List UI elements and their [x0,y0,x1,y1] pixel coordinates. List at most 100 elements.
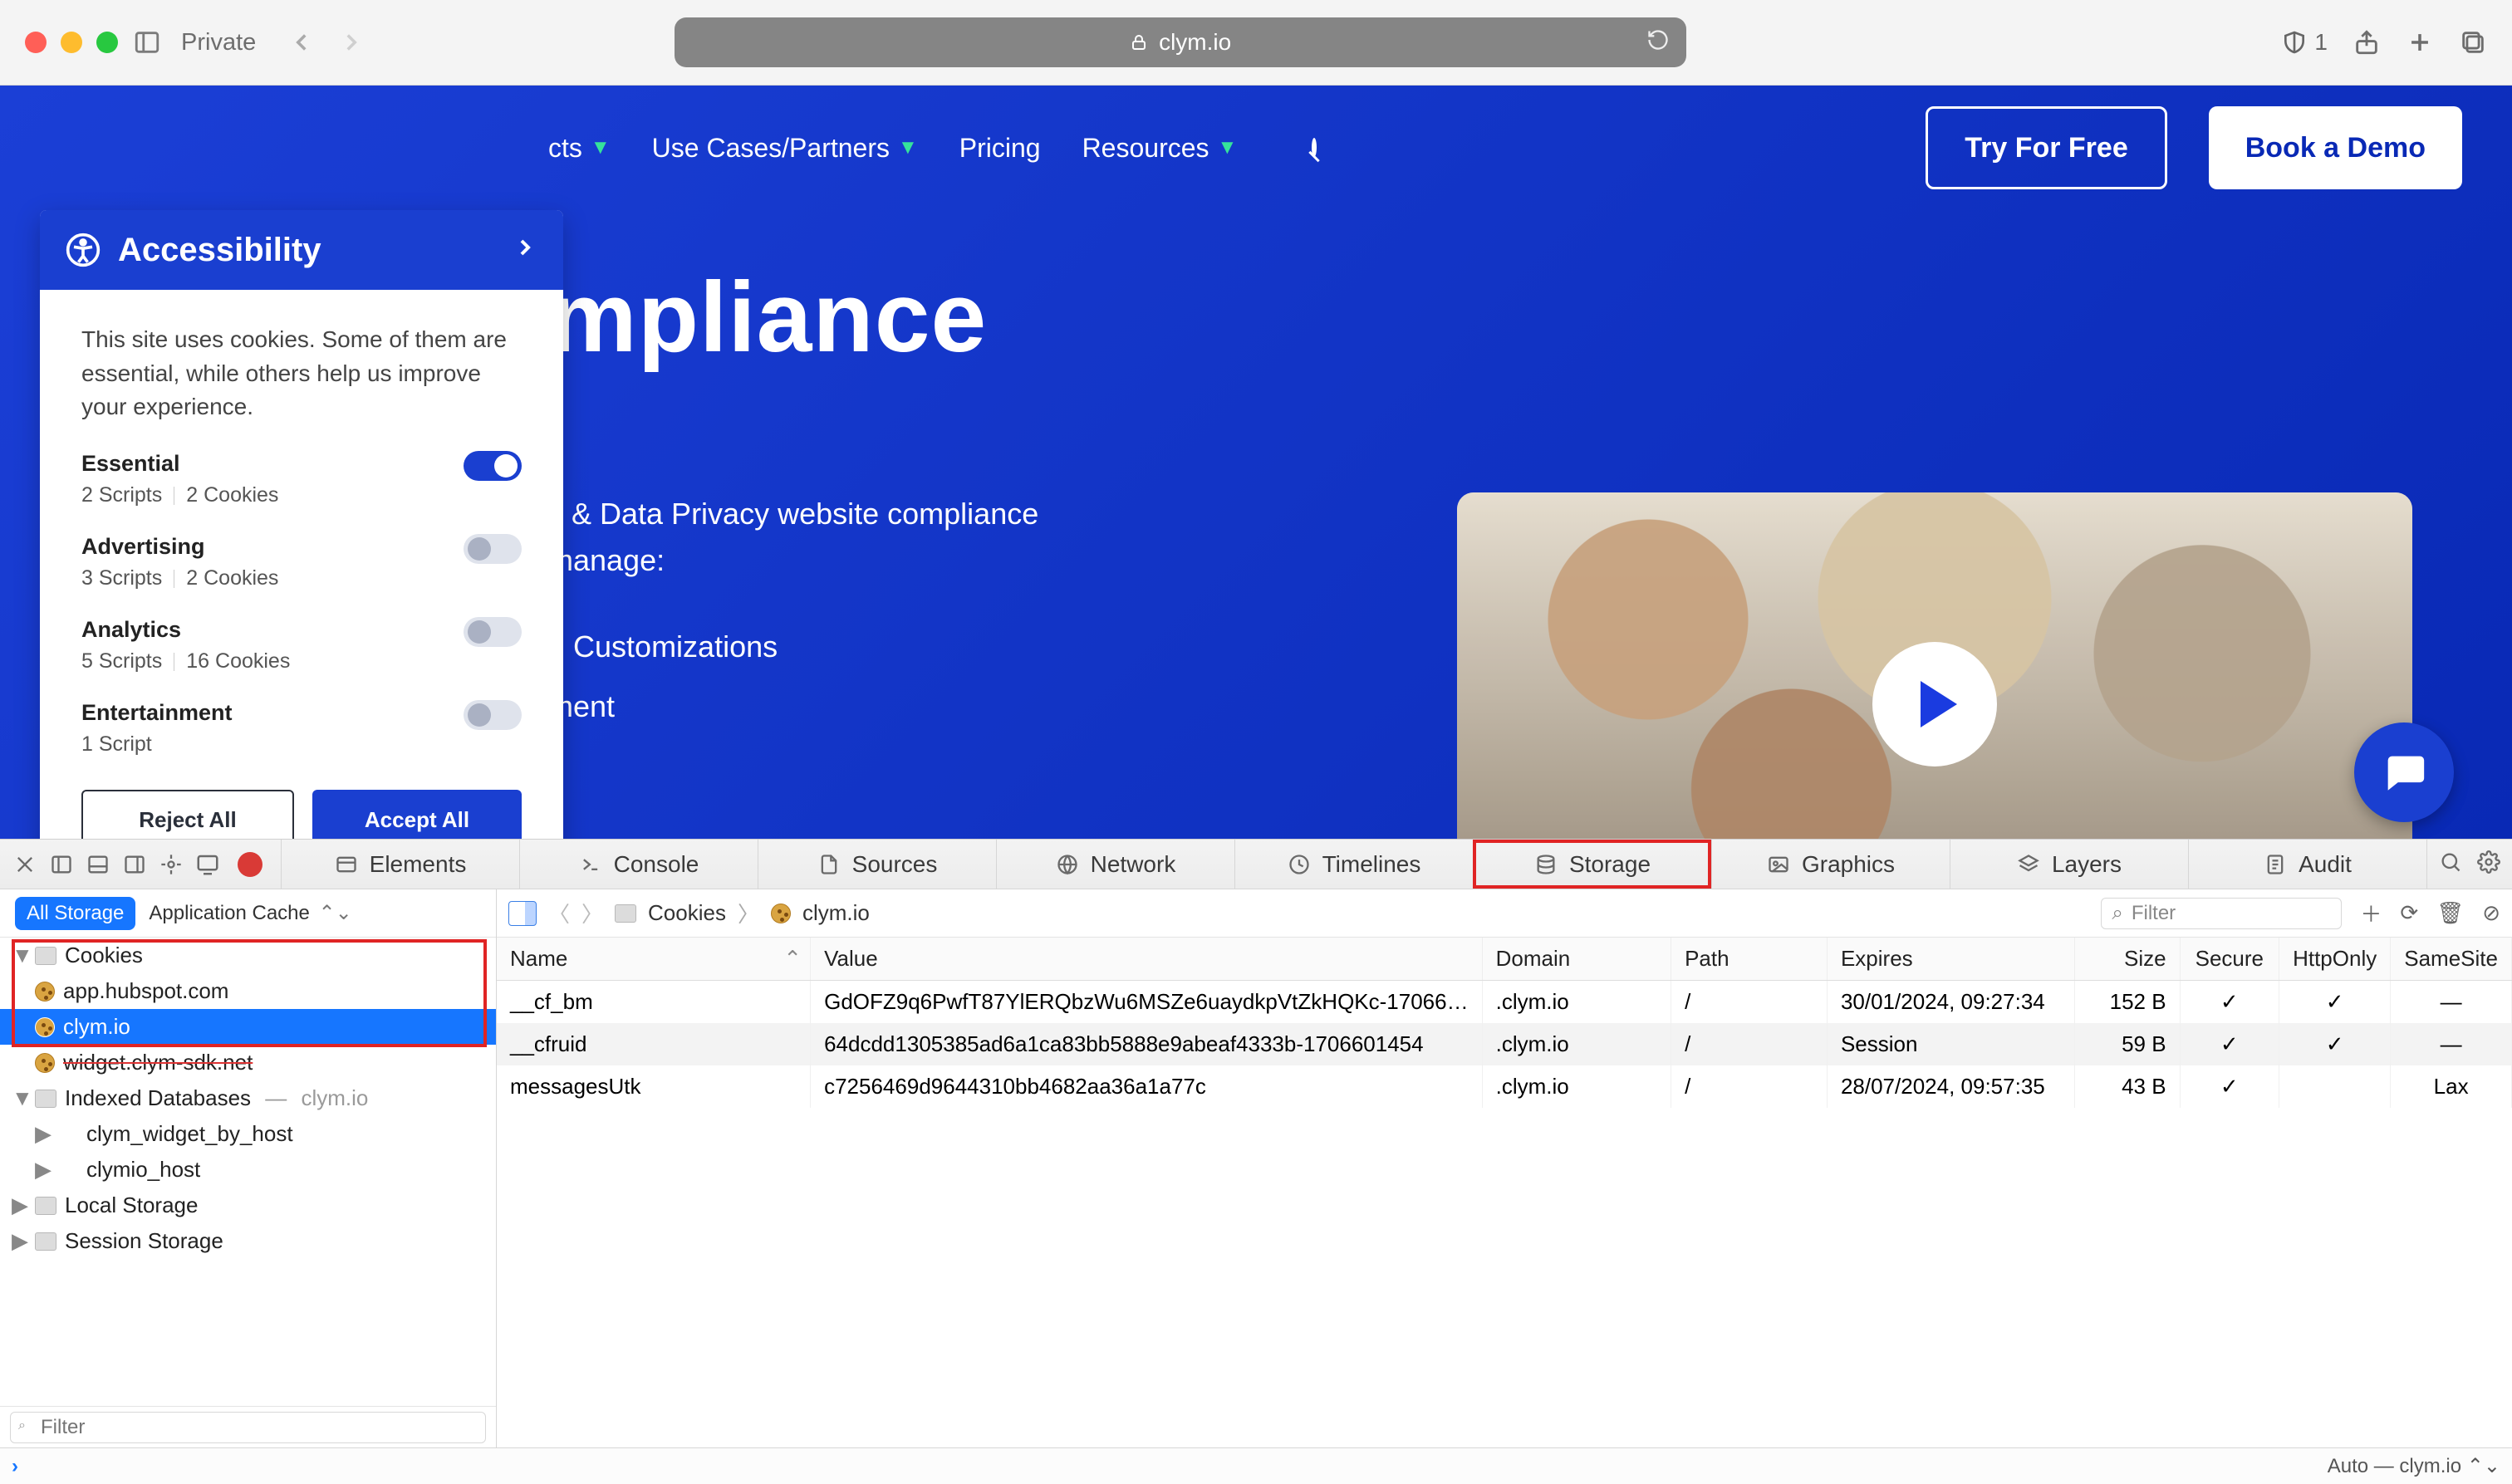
nav-search-icon[interactable] [1312,140,1317,155]
reload-icon[interactable] [1646,28,1670,57]
tab-sources[interactable]: Sources [758,840,996,889]
a11y-header[interactable]: Accessibility [40,210,563,290]
cookie-icon [771,904,791,923]
category-essential: Essential 2 Scripts2 Cookies [81,451,522,507]
graphics-icon [1767,853,1790,876]
device-icon[interactable] [191,848,224,881]
try-free-button[interactable]: Try For Free [1926,106,2167,189]
table-row[interactable]: __cfruid64dcdd1305385ad6a1ca83bb5888e9ab… [497,1023,2512,1065]
col-domain[interactable]: Domain [1482,938,1671,981]
tab-storage[interactable]: Storage [1473,840,1711,889]
dock-bottom-icon[interactable] [81,848,115,881]
tab-overview-icon[interactable] [2459,28,2487,56]
table-filter[interactable]: ⌕Filter [2101,898,2342,929]
new-tab-icon[interactable] [2406,28,2434,56]
add-cookie-icon[interactable]: ＋ [2360,898,2382,928]
tab-graphics[interactable]: Graphics [1711,840,1950,889]
col-httponly[interactable]: HttpOnly [2279,938,2391,981]
application-cache-link[interactable]: Application Cache ⌃⌄ [149,901,351,925]
storage-sidebar: All Storage Application Cache ⌃⌄ ▼Cookie… [0,889,497,1447]
sidebar-filter: ⌕ [0,1406,496,1447]
devtools-footer: › Auto — clym.io ⌃⌄ [0,1447,2512,1484]
a11y-description: This site uses cookies. Some of them are… [81,323,522,424]
tree-cookies[interactable]: ▼Cookies [0,938,496,973]
chat-fab[interactable] [2354,722,2454,822]
dock-right-icon[interactable] [118,848,151,881]
sidebar-filter-input[interactable] [10,1412,486,1443]
inspect-icon[interactable] [155,848,188,881]
toggle-details-panel-icon[interactable] [508,901,537,926]
tree-session-storage[interactable]: ▶Session Storage [0,1223,496,1259]
devtools-search-icon[interactable] [2439,850,2462,878]
privacy-report[interactable]: 1 [2281,29,2328,56]
toggle-entertainment[interactable] [464,700,522,730]
clear-all-icon[interactable]: ⊘ [2482,900,2500,926]
folder-icon [35,947,56,965]
dock-left-icon[interactable] [45,848,78,881]
toggle-essential[interactable] [464,451,522,481]
table-row[interactable]: messagesUtkc7256469d9644310bb4682aa36a1a… [497,1065,2512,1108]
console-prompt-icon[interactable]: › [12,1455,18,1478]
tab-network[interactable]: Network [996,840,1234,889]
close-devtools-icon[interactable] [8,848,42,881]
devtools-settings-icon[interactable] [2477,850,2500,878]
crumb-folder[interactable]: Cookies [648,900,726,926]
col-secure[interactable]: Secure [2180,938,2279,981]
idb-item-2[interactable]: ▶clymio_host [0,1152,496,1188]
nav-usecases[interactable]: Use Cases/Partners▼ [652,133,918,164]
crumb-forward-icon[interactable]: 〉 [581,898,603,928]
nav-pricing[interactable]: Pricing [959,133,1041,164]
col-path[interactable]: Path [1671,938,1828,981]
forward-icon[interactable] [337,28,366,56]
col-value[interactable]: Value [811,938,1483,981]
lock-icon [1129,32,1149,52]
col-expires[interactable]: Expires [1827,938,2074,981]
nav-resources[interactable]: Resources▼ [1082,133,1238,164]
address-bar[interactable]: clym.io [675,17,1686,67]
error-indicator[interactable] [238,852,262,877]
cookie-host-widget[interactable]: widget.clym-sdk.net [0,1045,496,1080]
database-icon [58,1160,78,1180]
tree-indexed-db[interactable]: ▼Indexed Databases — clym.io [0,1080,496,1116]
crumb-back-icon[interactable]: 〈 [548,898,570,928]
zoom-window[interactable] [96,32,118,53]
close-window[interactable] [25,32,47,53]
filter-icon: ⌕ [18,1418,26,1433]
book-demo-button[interactable]: Book a Demo [2209,106,2462,189]
col-samesite[interactable]: SameSite [2391,938,2512,981]
storage-tree: ▼Cookies app.hubspot.com clym.io widget.… [0,938,496,1406]
console-icon [579,853,602,876]
back-icon[interactable] [287,28,316,56]
nav-products[interactable]: cts▼ [548,133,611,164]
col-size[interactable]: Size [2074,938,2180,981]
chevron-right-icon[interactable] [512,232,538,269]
a11y-title: Accessibility [118,232,321,269]
table-row[interactable]: __cf_bmGdOFZ9q6PwfT87YlERQbzWu6MSZe6uayd… [497,981,2512,1024]
reject-all-button[interactable]: Reject All [81,790,294,839]
idb-item-1[interactable]: ▶clym_widget_by_host [0,1116,496,1152]
tab-console[interactable]: Console [519,840,758,889]
col-name[interactable]: Name [497,938,811,981]
delete-icon[interactable]: 🗑 [2436,900,2464,926]
minimize-window[interactable] [61,32,82,53]
tab-timelines[interactable]: Timelines [1234,840,1473,889]
cookie-host-hubspot[interactable]: app.hubspot.com [0,973,496,1009]
toggle-analytics[interactable] [464,617,522,647]
footer-frame-selector[interactable]: Auto — clym.io ⌃⌄ [2328,1454,2500,1478]
tab-layers[interactable]: Layers [1950,840,2188,889]
crumb-host[interactable]: clym.io [802,900,870,926]
tab-elements[interactable]: Elements [281,840,519,889]
share-icon[interactable] [2353,28,2381,56]
tab-audit[interactable]: Audit [2188,840,2426,889]
accept-all-button[interactable]: Accept All [312,790,522,839]
play-button[interactable] [1872,642,1997,766]
tree-local-storage[interactable]: ▶Local Storage [0,1188,496,1223]
refresh-icon[interactable]: ⟳ [2400,900,2418,926]
url-text: clym.io [1159,29,1231,56]
all-storage-pill[interactable]: All Storage [15,897,135,930]
cookie-host-clym[interactable]: clym.io [0,1009,496,1045]
sidebar-toggle-icon[interactable] [133,28,161,56]
toggle-advertising[interactable] [464,534,522,564]
hero-video[interactable] [1457,492,2412,839]
sources-icon [817,853,841,876]
